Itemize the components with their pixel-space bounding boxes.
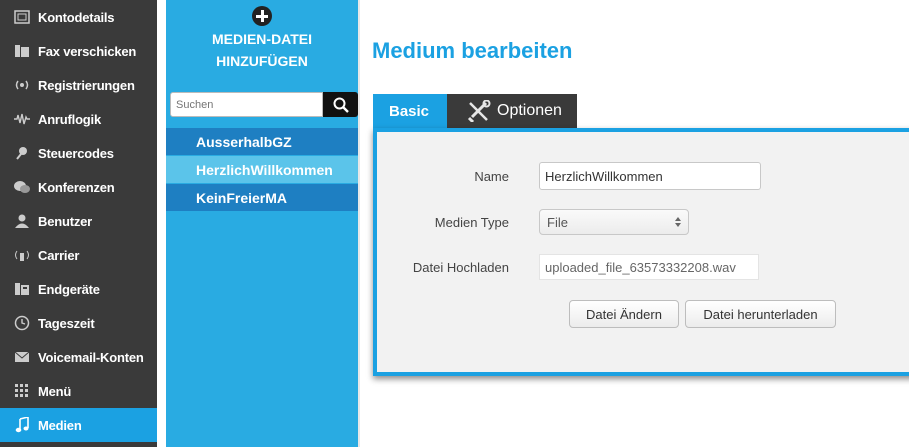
nav-item-menue[interactable]: Menü — [0, 374, 157, 408]
media-item-herzlichwillkommen[interactable]: HerzlichWillkommen — [166, 156, 358, 184]
add-media-label-line1: MEDIEN-DATEI — [211, 31, 313, 47]
tab-options[interactable]: Optionen — [445, 94, 577, 128]
nav-item-medien[interactable]: Medien — [0, 408, 157, 442]
nav-item-steuercodes[interactable]: Steuercodes — [0, 136, 157, 170]
list-item-label: KeinFreierMA — [196, 189, 288, 206]
tab-options-label: Optionen — [497, 102, 562, 119]
media-type-select[interactable]: File — [539, 209, 689, 235]
chat-icon — [12, 179, 32, 195]
nav-item-kontodetails[interactable]: Kontodetails — [0, 0, 157, 34]
nav-item-label: Endgeräte — [38, 281, 100, 297]
antenna-icon — [12, 247, 32, 263]
add-media-label-line2: HINZUFÜGEN — [216, 53, 308, 69]
clock-icon — [12, 315, 32, 331]
nav-item-label: Tageszeit — [38, 315, 95, 331]
change-file-button[interactable]: Datei Ändern — [569, 300, 679, 328]
user-icon — [12, 213, 32, 229]
panel-divider — [358, 0, 360, 447]
nav-item-konferenzen[interactable]: Konferenzen — [0, 170, 157, 204]
type-label: Medien Type — [434, 214, 509, 230]
nav-item-label: Kontodetails — [38, 9, 115, 25]
media-panel: MEDIEN-DATEI HINZUFÜGEN AusserhalbGZ Her… — [166, 0, 358, 447]
nav-item-benutzer[interactable]: Benutzer — [0, 204, 157, 238]
search-button[interactable] — [323, 92, 358, 117]
list-item-label: HerzlichWillkommen — [196, 161, 333, 178]
nav-item-label: Menü — [38, 383, 72, 399]
mail-icon — [12, 349, 32, 365]
upload-label: Datei Hochladen — [412, 259, 509, 275]
nav-item-tageszeit[interactable]: Tageszeit — [0, 306, 157, 340]
nav-gap — [157, 0, 166, 447]
grid-icon — [12, 383, 32, 399]
nav-item-label: Registrierungen — [38, 77, 135, 93]
select-arrows-icon — [675, 217, 681, 227]
media-type-value: File — [547, 214, 568, 230]
form-row-type: Medien Type File — [377, 209, 689, 235]
name-input[interactable] — [539, 162, 761, 190]
tab-bar: Basic Optionen — [373, 94, 577, 128]
phone-icon — [12, 281, 32, 297]
waveform-icon — [12, 111, 32, 127]
wrench-screwdriver-icon — [467, 100, 491, 122]
search-input[interactable] — [170, 92, 323, 117]
tab-basic-label: Basic — [389, 102, 430, 120]
add-media-button[interactable]: MEDIEN-DATEI HINZUFÜGEN — [166, 0, 358, 80]
search-row — [170, 92, 358, 117]
form-row-upload: Datei Hochladen uploaded_file_6357333220… — [377, 254, 759, 280]
nav-item-label: Fax verschicken — [38, 43, 137, 59]
name-label: Name — [474, 168, 509, 184]
main-nav: Kontodetails Fax verschicken Registrieru… — [0, 0, 157, 447]
fax-icon — [12, 43, 32, 59]
nav-item-registrierungen[interactable]: Registrierungen — [0, 68, 157, 102]
nav-item-carrier[interactable]: Carrier — [0, 238, 157, 272]
music-note-icon — [12, 417, 32, 433]
media-list: AusserhalbGZ HerzlichWillkommen KeinFrei… — [166, 128, 358, 212]
window-icon — [12, 9, 32, 25]
edit-form: Name Medien Type File Datei Hochladen up… — [373, 128, 909, 376]
nav-item-fax[interactable]: Fax verschicken — [0, 34, 157, 68]
form-row-buttons: Datei Ändern Datei herunterladen — [569, 300, 836, 328]
nav-item-anruflogik[interactable]: Anruflogik — [0, 102, 157, 136]
tab-basic[interactable]: Basic — [373, 94, 445, 128]
form-row-name: Name — [377, 162, 761, 190]
nav-item-label: Steuercodes — [38, 145, 114, 161]
search-icon — [333, 97, 349, 113]
signal-icon — [12, 77, 32, 93]
nav-item-label: Voicemail-Konten — [38, 349, 144, 365]
download-file-button[interactable]: Datei herunterladen — [685, 300, 836, 328]
pin-icon — [12, 145, 32, 161]
nav-item-label: Benutzer — [38, 213, 93, 229]
uploaded-file-name: uploaded_file_63573332208.wav — [539, 254, 759, 280]
media-item-ausserhalbgz[interactable]: AusserhalbGZ — [166, 128, 358, 156]
nav-item-label: Carrier — [38, 247, 80, 263]
nav-item-label: Anruflogik — [38, 111, 101, 127]
page-title: Medium bearbeiten — [372, 38, 573, 63]
nav-item-label: Konferenzen — [38, 179, 115, 195]
list-item-label: AusserhalbGZ — [196, 133, 292, 150]
plus-circle-icon — [252, 6, 272, 26]
nav-item-endgeraete[interactable]: Endgeräte — [0, 272, 157, 306]
nav-item-label: Medien — [38, 417, 82, 433]
media-item-keinfreierma[interactable]: KeinFreierMA — [166, 184, 358, 212]
nav-item-voicemail[interactable]: Voicemail-Konten — [0, 340, 157, 374]
